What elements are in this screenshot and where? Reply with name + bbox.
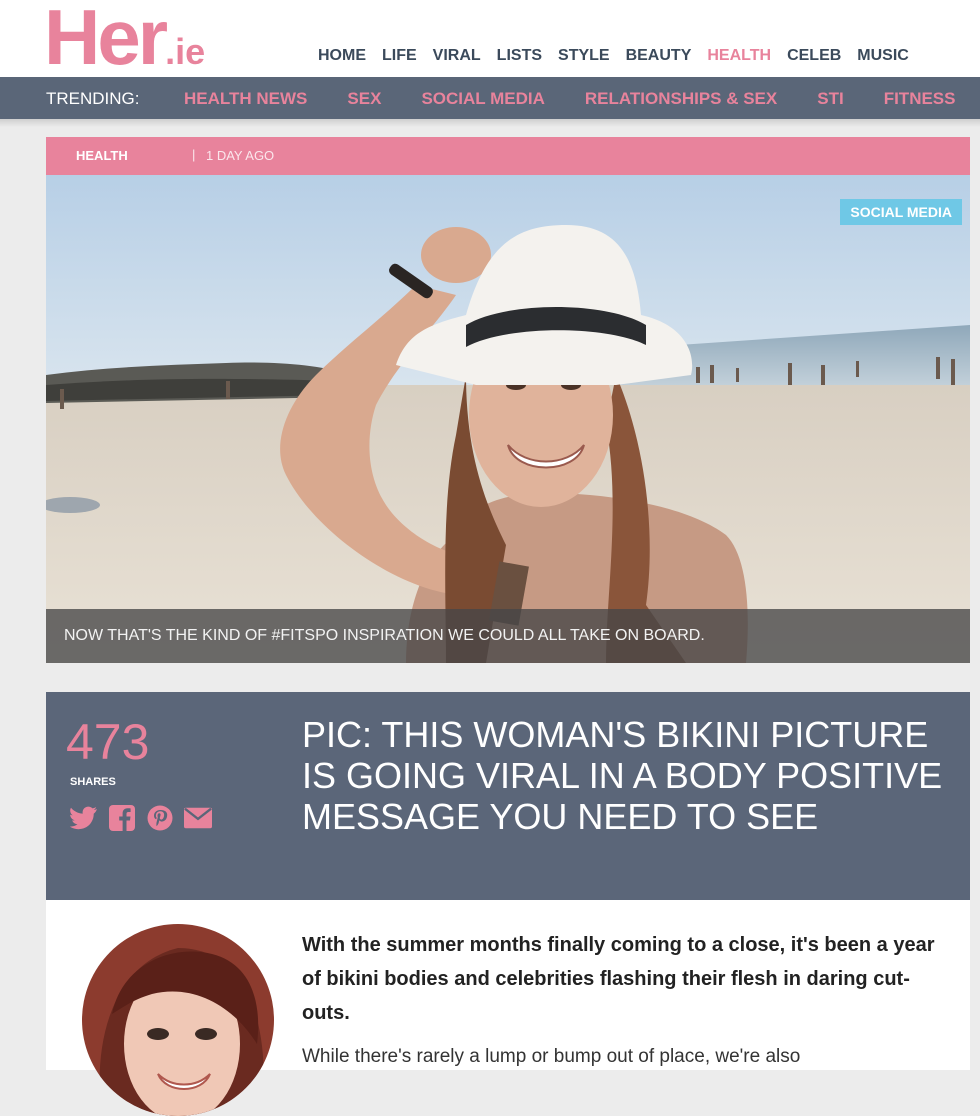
author-avatar[interactable] <box>82 924 274 1116</box>
image-caption: NOW THAT'S THE KIND OF #FITSPO INSPIRATI… <box>46 609 970 663</box>
article-title: PIC: THIS WOMAN'S BIKINI PICTURE IS GOIN… <box>302 714 943 837</box>
logo-main: Her <box>44 0 168 81</box>
nav-item-viral[interactable]: VIRAL <box>425 44 489 68</box>
trending-item-health-news[interactable]: HEALTH NEWS <box>184 89 307 109</box>
article-timestamp: 1 DAY AGO <box>206 148 275 163</box>
article-lead: With the summer months finally coming to… <box>302 934 935 1024</box>
trending-list: HEALTH NEWS SEX SOCIAL MEDIA RELATIONSHI… <box>184 89 980 109</box>
shares-label: SHARES <box>70 776 116 788</box>
email-icon[interactable] <box>184 804 212 832</box>
nav-item-celeb[interactable]: CELEB <box>779 44 849 68</box>
trending-bar: TRENDING: HEALTH NEWS SEX SOCIAL MEDIA R… <box>0 77 980 119</box>
tag-social-media[interactable]: SOCIAL MEDIA <box>840 199 962 225</box>
facebook-icon[interactable] <box>108 804 136 832</box>
divider <box>0 119 980 127</box>
share-icons <box>70 804 212 832</box>
nav-item-beauty[interactable]: BEAUTY <box>618 44 700 68</box>
trending-item-social-media[interactable]: SOCIAL MEDIA <box>421 89 544 109</box>
pinterest-icon[interactable] <box>146 804 174 832</box>
nav-item-life[interactable]: LIFE <box>374 44 425 68</box>
shares-count: 473 <box>66 714 150 770</box>
nav-item-music[interactable]: MUSIC <box>849 44 917 68</box>
beach-photo <box>46 175 970 663</box>
caption-text: NOW THAT'S THE KIND OF #FITSPO INSPIRATI… <box>64 627 705 644</box>
nav-item-style[interactable]: STYLE <box>550 44 618 68</box>
twitter-icon[interactable] <box>70 804 98 832</box>
site-header: Her.ie HOME LIFE VIRAL LISTS STYLE BEAUT… <box>0 0 980 78</box>
article-paragraph: While there's rarely a lump or bump out … <box>302 1046 801 1067</box>
nav-item-home[interactable]: HOME <box>310 44 374 68</box>
trending-item-fitness[interactable]: FITNESS <box>884 89 956 109</box>
trending-item-sti[interactable]: STI <box>817 89 843 109</box>
trending-label: TRENDING: <box>46 89 140 108</box>
trending-item-relationships[interactable]: RELATIONSHIPS & SEX <box>585 89 777 109</box>
nav-item-lists[interactable]: LISTS <box>489 44 550 68</box>
trending-item-sex[interactable]: SEX <box>347 89 381 109</box>
article-body: With the summer months finally coming to… <box>46 900 970 1116</box>
main-nav: HOME LIFE VIRAL LISTS STYLE BEAUTY HEALT… <box>310 44 917 68</box>
hero-image[interactable]: SOCIAL MEDIA NOW THAT'S THE KIND OF #FIT… <box>46 175 970 663</box>
category-label[interactable]: HEALTH <box>76 148 128 163</box>
headline-panel: 473 SHARES PIC: THIS WOMAN'S BIKINI PICT… <box>46 692 970 900</box>
article-category-bar: HEALTH | 1 DAY AGO <box>46 137 970 175</box>
logo-tld: .ie <box>165 31 206 72</box>
category-separator: | <box>192 147 196 162</box>
nav-item-health[interactable]: HEALTH <box>699 44 779 68</box>
